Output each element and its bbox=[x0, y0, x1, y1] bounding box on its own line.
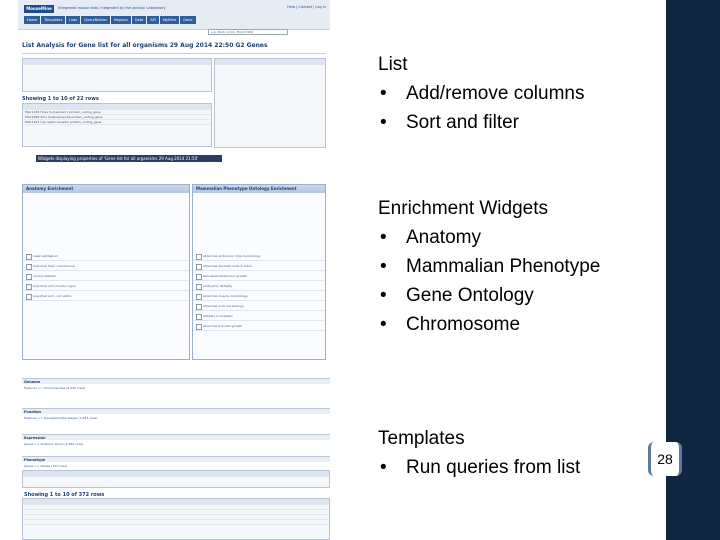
template-link[interactable]: Genes >> Alleles (753 rows) bbox=[22, 464, 67, 468]
phenotype-widget: Mammalian Phenotype Ontology Enrichment … bbox=[192, 184, 326, 360]
widgets-bar: Widgets displaying properties of 'Gene l… bbox=[36, 155, 222, 162]
table-row[interactable]: MGI:1911 Cyp leptin receptor protein_cod… bbox=[23, 120, 211, 125]
list-item[interactable]: decreased embryonic growth bbox=[193, 271, 325, 281]
results-toolbar-header bbox=[23, 471, 329, 477]
properties-header bbox=[215, 59, 325, 65]
list-item[interactable]: embryonic lethality bbox=[193, 281, 325, 291]
template-link[interactable]: Features >> Developmental stages (1,223 … bbox=[22, 416, 97, 420]
page-number: 28 bbox=[648, 442, 682, 476]
list-heading: List bbox=[378, 54, 408, 75]
nav-tab[interactable]: Home bbox=[24, 16, 41, 24]
templates-bullets: Templates Run queries from list bbox=[378, 424, 580, 482]
section-function[interactable]: Function bbox=[22, 408, 330, 414]
screenshot-top-links[interactable]: Help | Contact | Log in bbox=[287, 5, 326, 9]
results-table bbox=[22, 498, 330, 540]
list-analysis-title: List Analysis for Gene list for all orga… bbox=[22, 42, 268, 49]
table-row[interactable] bbox=[23, 520, 329, 525]
enrichment-heading: Enrichment Widgets bbox=[378, 198, 549, 219]
results-toolbar bbox=[22, 470, 330, 488]
bullet-mammalian-phenotype: Mammalian Phenotype bbox=[378, 252, 600, 281]
list-item[interactable]: branchial fluid, cranial bone bbox=[23, 261, 189, 271]
list-table: MGI:1915 Hoxa humanized 1 protein_coding… bbox=[22, 103, 212, 147]
nav-tab[interactable]: MyMine bbox=[159, 16, 180, 24]
list-item[interactable]: lethality (complete) bbox=[193, 311, 325, 321]
section-expression[interactable]: Expression bbox=[22, 434, 330, 440]
anatomy-widget-title: Anatomy Enrichment bbox=[23, 185, 189, 193]
list-item[interactable]: abnormal prenatal growth bbox=[193, 321, 325, 331]
nav-tab[interactable]: Lists bbox=[66, 16, 81, 24]
nav-tab[interactable]: Data bbox=[131, 16, 147, 24]
nav-tab[interactable]: API bbox=[147, 16, 159, 24]
anatomy-widget: Anatomy Enrichment nasal epithelium bran… bbox=[22, 184, 190, 360]
nav-tab[interactable]: Templates bbox=[41, 16, 66, 24]
list-item[interactable]: abnormal muscle morphology bbox=[193, 291, 325, 301]
list-item[interactable]: abnormal joint morphology bbox=[193, 301, 325, 311]
bullet-anatomy: Anatomy bbox=[378, 223, 600, 252]
list-item[interactable]: abnormal dendritic branch arbor bbox=[193, 261, 325, 271]
bullet-sort-filter: Sort and filter bbox=[378, 108, 584, 137]
enrichment-bullets: Enrichment Widgets Anatomy Mammalian Phe… bbox=[378, 194, 600, 339]
section-phenotype[interactable]: Phenotype bbox=[22, 456, 330, 462]
screenshot-header: MouseMine Integrated mouse data, integra… bbox=[18, 0, 330, 30]
mousemine-logo: MouseMine bbox=[24, 5, 54, 13]
list-table-title: Showing 1 to 10 of 22 rows bbox=[22, 96, 99, 102]
nav-tab[interactable]: Gene bbox=[180, 16, 196, 24]
section-genome[interactable]: Genome bbox=[22, 378, 330, 384]
nav-tab[interactable]: QueryBuilder bbox=[81, 16, 111, 24]
screenshot-nav: Home Templates Lists QueryBuilder Region… bbox=[24, 16, 196, 24]
list-item[interactable]: urinary bladder bbox=[23, 271, 189, 281]
template-link[interactable]: Genes >> Anatomy terms (1,982 rows) bbox=[22, 442, 83, 446]
list-bullets: List Add/remove columns Sort and filter bbox=[378, 50, 584, 137]
bullet-run-queries: Run queries from list bbox=[378, 453, 580, 482]
list-toolbar-header bbox=[23, 59, 211, 65]
template-link[interactable]: Features >> Chromosomes (2,345 rows) bbox=[22, 386, 85, 390]
screenshot-page-head: List Analysis for Gene list for all orga… bbox=[22, 38, 326, 54]
list-item[interactable]: branchial arch, cut nation bbox=[23, 291, 189, 301]
list-item[interactable]: abnormal embryonic limb morphology bbox=[193, 251, 325, 261]
list-item[interactable]: nasal epithelium bbox=[23, 251, 189, 261]
list-item[interactable]: branchial arch muscle organ bbox=[23, 281, 189, 291]
bullet-gene-ontology: Gene Ontology bbox=[378, 281, 600, 310]
embedded-screenshot: MouseMine Integrated mouse data, integra… bbox=[18, 0, 330, 540]
bullet-add-remove-columns: Add/remove columns bbox=[378, 79, 584, 108]
screenshot-search-input[interactable]: e.g. Pax6, Arm1, MGI:97490 bbox=[208, 29, 288, 35]
phenotype-widget-title: Mammalian Phenotype Ontology Enrichment bbox=[193, 185, 325, 193]
list-toolbar-panel bbox=[22, 58, 212, 92]
nav-tab[interactable]: Regions bbox=[111, 16, 131, 24]
bullet-chromosome: Chromosome bbox=[378, 310, 600, 339]
list-properties-panel bbox=[214, 58, 326, 148]
templates-heading: Templates bbox=[378, 428, 465, 449]
screenshot-tagline: Integrated mouse data, integrated by the… bbox=[58, 6, 166, 10]
